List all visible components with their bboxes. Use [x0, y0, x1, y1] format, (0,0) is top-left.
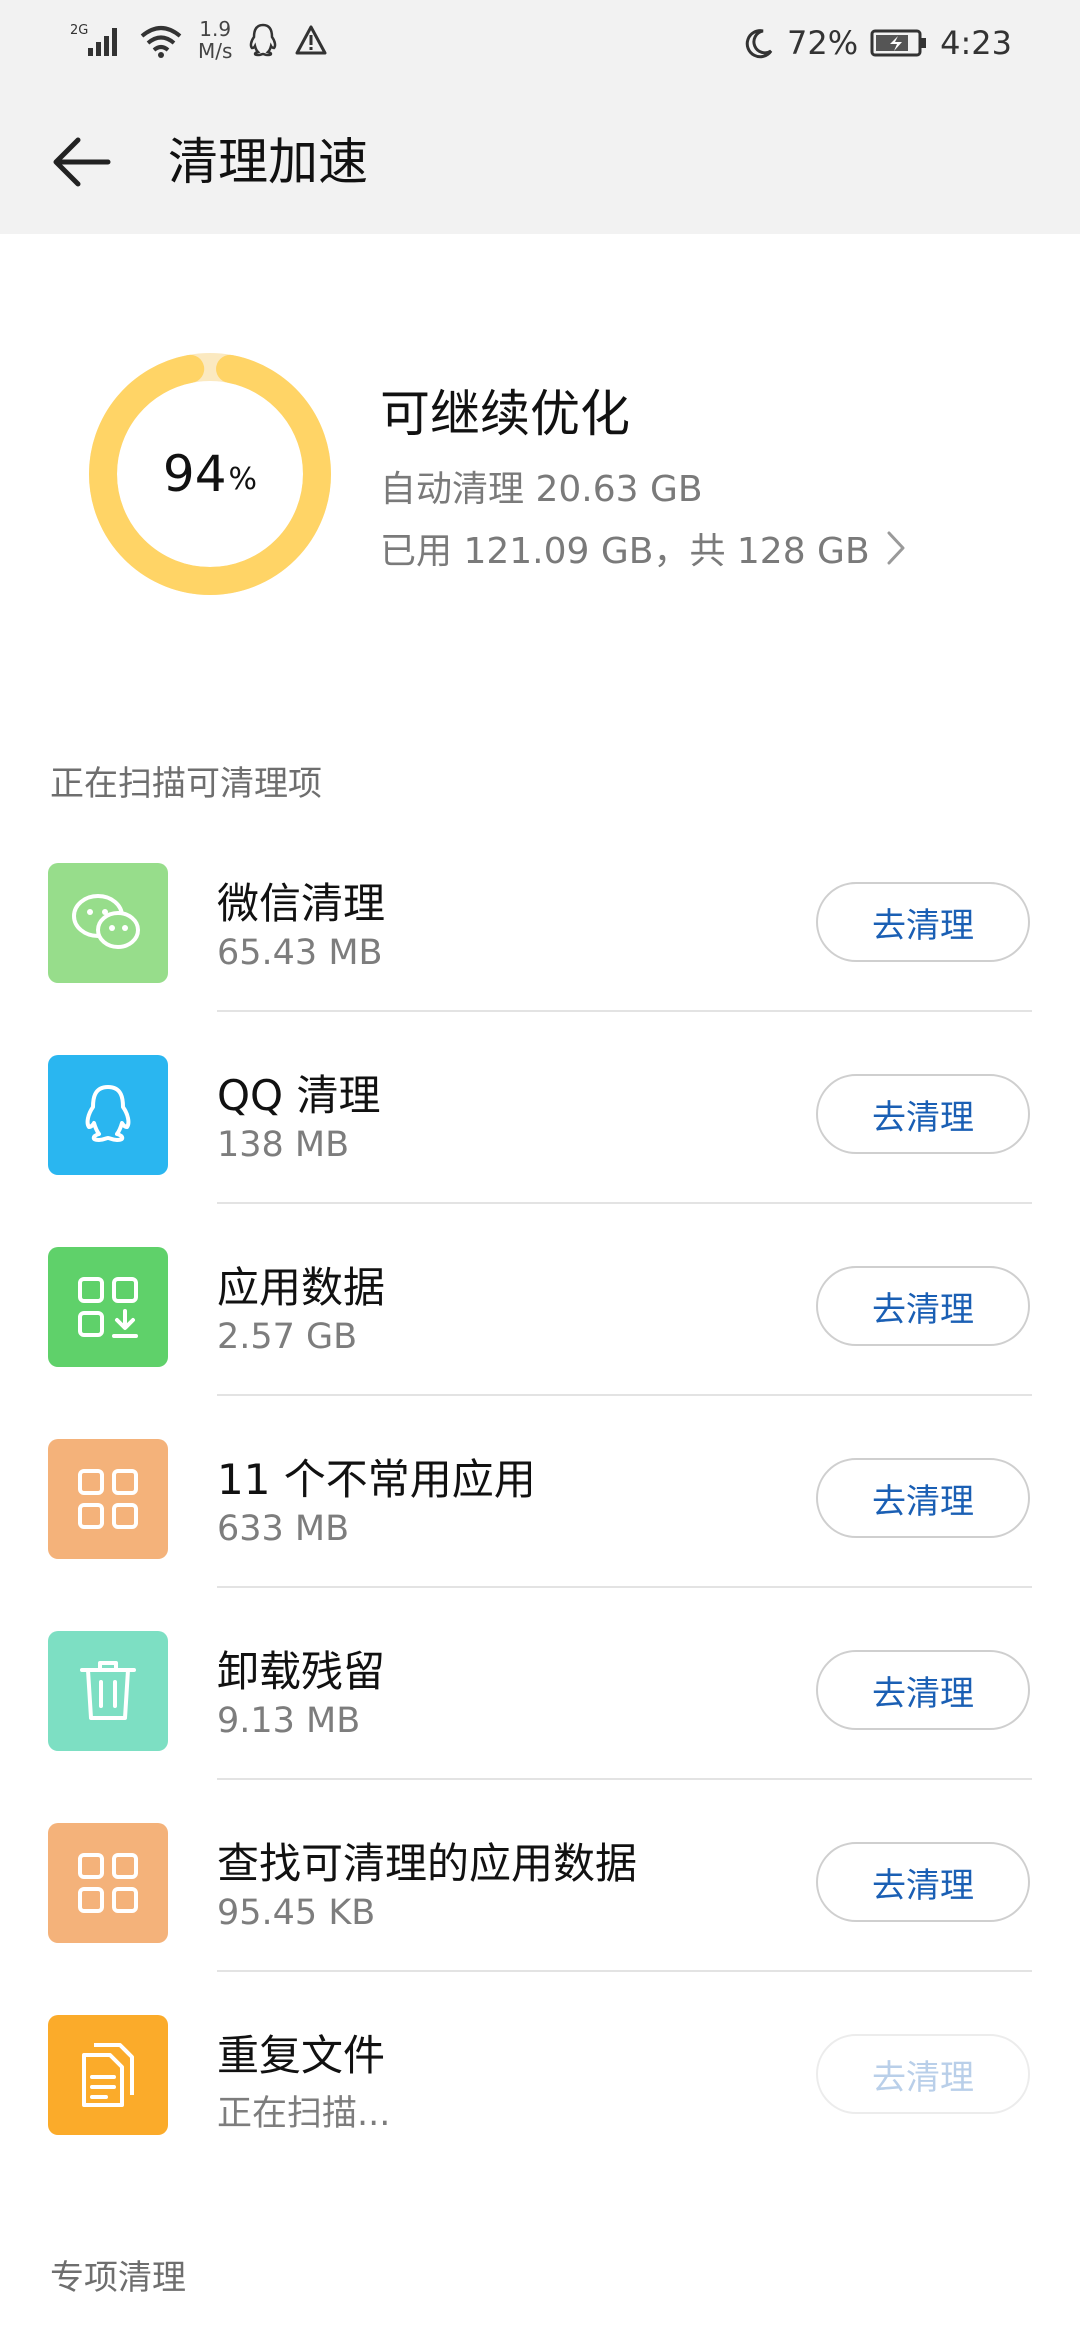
network-type-label: 2G	[70, 23, 88, 38]
qq-icon	[85, 1085, 131, 1142]
item-title: 查找可清理的应用数据	[217, 1839, 638, 1888]
item-title: 卸载残留	[217, 1647, 386, 1696]
item-icon-bg	[48, 1823, 168, 1943]
clean-button[interactable]: 去清理	[816, 1458, 1030, 1538]
summary-title: 可继续优化	[380, 385, 630, 443]
clean-button[interactable]: 去清理	[816, 1074, 1030, 1154]
usage-percent-value: 94	[162, 445, 227, 503]
item-title: 应用数据	[217, 1263, 386, 1312]
list-item-app-data[interactable]: 应用数据 2.57 GB 去清理	[0, 1204, 1080, 1396]
battery-percent: 72%	[787, 24, 859, 62]
clean-items-list: 微信清理 65.43 MB 去清理 QQ 清理 138 MB 去清理 应用数据 …	[0, 820, 1080, 2164]
item-icon-bg	[48, 2015, 168, 2135]
item-size: 95.45 KB	[217, 1893, 376, 1933]
clock-time: 4:23	[940, 24, 1012, 62]
item-icon-bg	[48, 1247, 168, 1367]
item-title: QQ 清理	[217, 1071, 381, 1120]
item-size: 65.43 MB	[217, 933, 383, 973]
item-status: 正在扫描...	[217, 2094, 391, 2134]
net-speed-unit: M/s	[198, 39, 233, 63]
section-header-scanning: 正在扫描可清理项	[50, 764, 322, 804]
usage-ring: 94%	[85, 349, 335, 599]
storage-summary: 94% 可继续优化 自动清理 20.63 GB 已用 121.09 GB，共 1…	[0, 234, 1080, 674]
status-left: 2G 1.9 M/s	[70, 18, 328, 62]
item-icon-bg	[48, 1055, 168, 1175]
status-right: 72% 4:23	[743, 24, 1012, 62]
clean-button[interactable]: 去清理	[816, 882, 1030, 962]
list-item-find-app-data[interactable]: 查找可清理的应用数据 95.45 KB 去清理	[0, 1780, 1080, 1972]
item-title: 重复文件	[217, 2031, 386, 2080]
wechat-icon	[72, 894, 140, 949]
usage-percent-symbol: %	[228, 461, 258, 497]
item-icon-bg	[48, 1631, 168, 1751]
duplicate-files-icon	[82, 2043, 134, 2107]
warning-icon	[295, 25, 327, 55]
arrow-left-icon	[53, 137, 111, 187]
list-item-wechat[interactable]: 微信清理 65.43 MB 去清理	[0, 820, 1080, 1012]
list-item-qq[interactable]: QQ 清理 138 MB 去清理	[0, 1012, 1080, 1204]
net-speed-value: 1.9	[199, 17, 232, 41]
trash-icon	[80, 1661, 136, 1720]
wifi-icon	[140, 26, 182, 58]
net-speed: 1.9 M/s	[198, 18, 232, 62]
usage-percent-label: 94%	[85, 349, 335, 599]
cellular-signal-icon: 2G	[70, 23, 117, 56]
clean-button[interactable]: 去清理	[816, 1650, 1030, 1730]
item-size: 138 MB	[217, 1125, 350, 1165]
battery-charging-icon	[870, 29, 927, 57]
do-not-disturb-moon-icon	[745, 29, 773, 59]
clean-button[interactable]: 去清理	[816, 1842, 1030, 1922]
storage-usage-text: 已用 121.09 GB，共 128 GB	[380, 531, 870, 572]
item-title: 11 个不常用应用	[217, 1455, 536, 1504]
status-bar: 2G 1.9 M/s 72% 4:23	[0, 0, 1080, 90]
auto-clean-text: 自动清理 20.63 GB	[380, 469, 703, 510]
item-size: 2.57 GB	[217, 1317, 358, 1357]
back-button[interactable]	[42, 126, 122, 198]
item-size: 9.13 MB	[217, 1701, 361, 1741]
clean-button-disabled[interactable]: 去清理	[816, 2034, 1030, 2114]
item-icon-bg	[48, 1439, 168, 1559]
app-data-icon	[78, 1277, 138, 1338]
section-header-special: 专项清理	[50, 2258, 186, 2298]
list-item-duplicate-files[interactable]: 重复文件 正在扫描... 去清理	[0, 1972, 1080, 2164]
storage-usage-link[interactable]: 已用 121.09 GB，共 128 GB	[380, 522, 906, 574]
item-title: 微信清理	[217, 879, 386, 928]
qq-notification-icon	[250, 23, 277, 57]
apps-grid-icon	[78, 1469, 138, 1529]
app-bar: 清理加速	[0, 90, 1080, 234]
item-size: 633 MB	[217, 1509, 350, 1549]
page-title: 清理加速	[168, 133, 368, 191]
list-item-unused-apps[interactable]: 11 个不常用应用 633 MB 去清理	[0, 1396, 1080, 1588]
clean-button[interactable]: 去清理	[816, 1266, 1030, 1346]
item-icon-bg	[48, 863, 168, 983]
list-item-uninstall-residue[interactable]: 卸载残留 9.13 MB 去清理	[0, 1588, 1080, 1780]
apps-grid-icon	[78, 1853, 138, 1913]
chevron-right-icon	[887, 531, 905, 565]
